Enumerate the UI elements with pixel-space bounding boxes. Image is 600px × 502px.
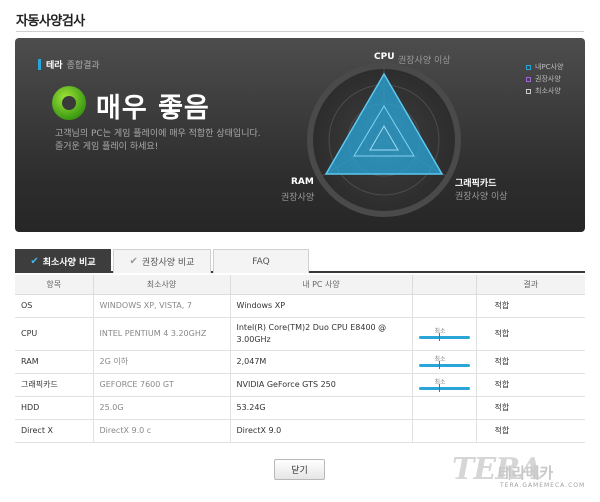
col-header: 내 PC 사양 bbox=[229, 275, 412, 295]
app-name: 테라 bbox=[46, 61, 63, 71]
gauge-label: 최소 bbox=[434, 355, 446, 363]
table-row: RAM 2G 이하 2,047M 최소 적합 bbox=[15, 350, 585, 374]
row-result: 적합 bbox=[475, 419, 585, 443]
tab-recommended-spec[interactable]: ✔ 권장사양 비교 bbox=[113, 249, 211, 273]
axis-ram-sub: 권장사양 bbox=[281, 193, 315, 203]
axis-cpu-sub: 권장사양 이상 bbox=[398, 56, 451, 66]
row-result: 적합 bbox=[475, 350, 585, 374]
row-item: CPU bbox=[15, 317, 93, 351]
axis-gpu-title: 그래픽카드 bbox=[455, 179, 497, 189]
legend-item-recommended: 권장사양 bbox=[526, 73, 563, 85]
row-result: 적합 bbox=[475, 396, 585, 420]
row-min-spec: WINDOWS XP, VISTA, 7 bbox=[92, 294, 230, 318]
logo-url: TERA.GAMEMECA.COM bbox=[500, 482, 586, 489]
gauge-marker bbox=[438, 332, 440, 341]
row-item: HDD bbox=[15, 396, 93, 420]
tab-label: FAQ bbox=[252, 256, 270, 267]
table-header-row: 항목 최소사양 내 PC 사양 결과 bbox=[15, 275, 585, 295]
accent-bar bbox=[38, 59, 41, 70]
row-result: 적합 bbox=[475, 373, 585, 397]
summary-label: 테라 종합결과 bbox=[38, 58, 100, 71]
gauge-marker bbox=[438, 360, 440, 369]
axis-ram-title: RAM bbox=[291, 177, 314, 187]
legend-swatch bbox=[526, 88, 531, 94]
spec-table: 항목 최소사양 내 PC 사양 결과 OS WINDOWS XP, VISTA,… bbox=[15, 275, 585, 443]
row-gauge-cell: 최소 bbox=[411, 317, 476, 351]
row-item: RAM bbox=[15, 350, 93, 374]
row-my-spec: Intel(R) Core(TM)2 Duo CPU E8400 @ 3.00G… bbox=[229, 317, 412, 351]
result-desc-line1: 고객님의 PC는 게임 플레이에 매우 적합한 상태입니다. bbox=[55, 129, 261, 139]
legend-swatch bbox=[526, 64, 531, 70]
gauge-bar bbox=[418, 335, 470, 339]
table-row: 그래픽카드 GEFORCE 7600 GT NVIDIA GeForce GTS… bbox=[15, 373, 585, 397]
row-result: 적합 bbox=[475, 317, 585, 351]
table-row: HDD 25.0G 53.24G 적합 bbox=[15, 396, 585, 420]
legend-item-my-pc: 내PC사양 bbox=[526, 61, 563, 73]
gauge-label: 최소 bbox=[434, 378, 446, 386]
col-header: 최소사양 bbox=[92, 275, 230, 295]
table-row: CPU INTEL PENTIUM 4 3.20GHZ Intel(R) Cor… bbox=[15, 317, 585, 351]
tab-label: 최소사양 비교 bbox=[42, 258, 96, 268]
axis-cpu-title: CPU bbox=[374, 52, 395, 62]
legend-item-minimum: 최소사양 bbox=[526, 85, 563, 97]
gauge-marker bbox=[438, 383, 440, 392]
row-my-spec: 53.24G bbox=[229, 396, 412, 420]
close-button[interactable]: 닫기 bbox=[274, 459, 325, 480]
row-gauge-cell: 최소 bbox=[411, 350, 476, 374]
summary-label-text: 종합결과 bbox=[66, 61, 100, 71]
row-min-spec: DirectX 9.0 c bbox=[92, 419, 230, 443]
spec-gauge: 최소 bbox=[417, 354, 472, 370]
row-min-spec: INTEL PENTIUM 4 3.20GHZ bbox=[92, 317, 230, 351]
row-item: 그래픽카드 bbox=[15, 373, 93, 397]
row-item: Direct X bbox=[15, 419, 93, 443]
row-gauge-cell bbox=[411, 419, 476, 443]
row-gauge-cell bbox=[411, 396, 476, 420]
result-desc-line2: 즐거운 게임 플레이 하세요! bbox=[55, 142, 159, 152]
legend-label: 권장사양 bbox=[535, 75, 561, 83]
row-my-spec: DirectX 9.0 bbox=[229, 419, 412, 443]
result-text: 매우 좋음 bbox=[96, 93, 210, 124]
page-title: 자동사양검사 bbox=[16, 14, 85, 29]
check-icon: ✔ bbox=[129, 256, 138, 267]
terameca-logo: TERA 테라메카 TERA.GAMEMECA.COM bbox=[452, 452, 592, 492]
table-row: Direct X DirectX 9.0 c DirectX 9.0 적합 bbox=[15, 419, 585, 443]
tab-label: 권장사양 비교 bbox=[141, 258, 195, 268]
title-divider bbox=[16, 31, 584, 32]
col-header: 항목 bbox=[15, 275, 93, 295]
tab-bar: ✔ 최소사양 비교 ✔ 권장사양 비교 FAQ bbox=[15, 249, 585, 273]
result-ring-icon bbox=[52, 86, 86, 120]
row-gauge-cell: 최소 bbox=[411, 373, 476, 397]
result-description: 고객님의 PC는 게임 플레이에 매우 적합한 상태입니다. 즐거운 게임 플레… bbox=[55, 128, 261, 154]
row-my-spec-line2: 3.00GHz bbox=[236, 334, 271, 344]
radar-chart bbox=[307, 63, 461, 217]
spec-gauge: 최소 bbox=[417, 326, 472, 342]
radar-legend: 내PC사양 권장사양 최소사양 bbox=[526, 61, 563, 97]
row-my-spec: 2,047M bbox=[229, 350, 412, 374]
row-my-spec: NVIDIA GeForce GTS 250 bbox=[229, 373, 412, 397]
row-my-spec: Windows XP bbox=[229, 294, 412, 318]
row-min-spec: 2G 이하 bbox=[92, 350, 230, 374]
logo-korean: 테라메카 bbox=[498, 464, 554, 482]
gauge-bar bbox=[418, 386, 470, 390]
legend-label: 내PC사양 bbox=[535, 63, 564, 71]
row-min-spec: 25.0G bbox=[92, 396, 230, 420]
row-min-spec: GEFORCE 7600 GT bbox=[92, 373, 230, 397]
row-result: 적합 bbox=[475, 294, 585, 318]
row-my-spec-line1: Intel(R) Core(TM)2 Duo CPU E8400 @ bbox=[236, 322, 387, 332]
col-header: 결과 bbox=[475, 275, 585, 295]
legend-label: 최소사양 bbox=[535, 87, 561, 95]
tab-faq[interactable]: FAQ bbox=[213, 249, 309, 273]
row-gauge-cell bbox=[411, 294, 476, 318]
axis-gpu-sub: 권장사양 이상 bbox=[455, 192, 508, 202]
row-item: OS bbox=[15, 294, 93, 318]
table-row: OS WINDOWS XP, VISTA, 7 Windows XP 적합 bbox=[15, 294, 585, 318]
col-header bbox=[411, 275, 476, 295]
check-icon: ✔ bbox=[30, 256, 39, 267]
legend-swatch bbox=[526, 76, 531, 82]
tab-minimum-spec[interactable]: ✔ 최소사양 비교 bbox=[15, 249, 111, 273]
gauge-bar bbox=[418, 363, 470, 367]
spec-gauge: 최소 bbox=[417, 377, 472, 393]
